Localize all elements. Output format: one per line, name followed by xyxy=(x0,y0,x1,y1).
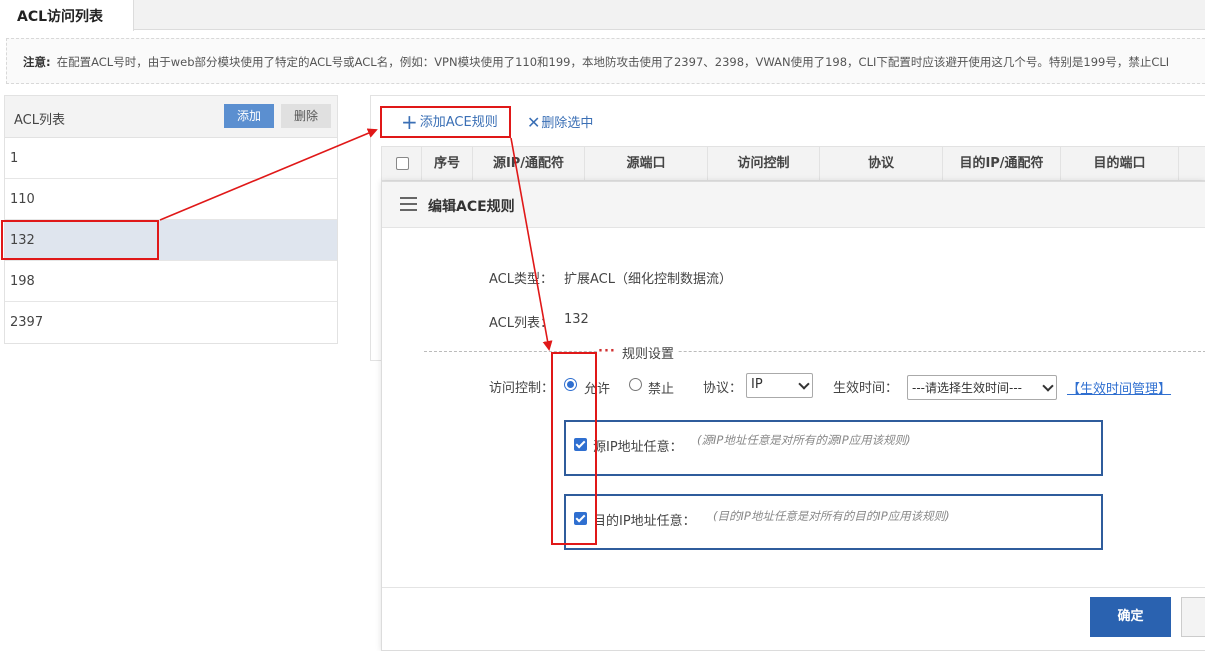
edit-ace-rule-dialog: 编辑ACE规则 ACL类型： 扩展ACL（细化控制数据流） ACL列表： 132… xyxy=(381,181,1205,651)
th-protocol: 协议 xyxy=(820,147,943,180)
src-ip-any-hint: (源IP地址任意是对所有的源IP应用该规则) xyxy=(697,433,911,447)
annotation-box-add-ace xyxy=(380,106,511,138)
section-divider xyxy=(424,351,1205,352)
acl-list-item[interactable]: 1 xyxy=(5,138,337,179)
acl-list-item[interactable]: 2397 xyxy=(5,302,337,343)
dialog-footer xyxy=(382,587,1205,588)
th-src-port: 源端口 xyxy=(585,147,708,180)
effective-time-select[interactable]: ---请选择生效时间--- xyxy=(907,375,1057,400)
confirm-button[interactable]: 确定 xyxy=(1090,597,1171,637)
chevron-down-icon xyxy=(798,378,810,390)
th-dst-ip: 目的IP/通配符 xyxy=(943,147,1061,180)
deny-radio[interactable] xyxy=(629,378,642,391)
dst-ip-any-box: 目的IP地址任意： (目的IP地址任意是对所有的目的IP应用该规则) xyxy=(564,494,1103,550)
acl-list-header: ACL列表 添加 删除 xyxy=(5,96,337,138)
delete-selected-button[interactable]: ✕删除选中 xyxy=(527,112,593,132)
th-dst-port: 目的端口 xyxy=(1061,147,1179,180)
notice-label: 注意: xyxy=(23,55,51,69)
select-all-checkbox[interactable] xyxy=(396,157,409,170)
annotation-box-acl-132 xyxy=(1,220,159,260)
th-src-ip: 源IP/通配符 xyxy=(473,147,585,180)
delete-selected-label: 删除选中 xyxy=(541,116,594,131)
acl-list-item[interactable]: 110 xyxy=(5,179,337,220)
notice-text: 在配置ACL号时，由于web部分模块使用了特定的ACL号或ACL名，例如：VPN… xyxy=(56,55,1170,69)
dst-ip-any-label: 目的IP地址任意： xyxy=(593,514,696,529)
acl-list-title: ACL列表 xyxy=(14,113,65,128)
th-index: 序号 xyxy=(422,147,473,180)
acl-list-label: ACL列表： xyxy=(489,316,553,331)
access-control-label: 访问控制： xyxy=(489,381,555,396)
menu-icon xyxy=(400,197,417,211)
effective-time-value: ---请选择生效时间--- xyxy=(912,381,1022,395)
add-acl-button[interactable]: 添加 xyxy=(224,104,274,128)
acl-type-value: 扩展ACL（细化控制数据流） xyxy=(564,272,732,287)
acl-list-value: 132 xyxy=(564,312,589,327)
ace-table-header: 序号 源IP/通配符 源端口 访问控制 协议 目的IP/通配符 目的端口 xyxy=(381,146,1205,181)
tab-acl-list[interactable]: ACL访问列表 xyxy=(0,0,134,31)
time-management-link[interactable]: 【生效时间管理】 xyxy=(1067,378,1171,397)
th-select-all xyxy=(382,147,422,180)
deny-label[interactable]: 禁止 xyxy=(648,378,674,397)
annotation-box-access-control xyxy=(551,352,597,545)
acl-type-label: ACL类型： xyxy=(489,272,553,287)
protocol-value: IP xyxy=(751,377,763,392)
protocol-label: 协议： xyxy=(703,381,743,396)
dst-ip-any-hint: (目的IP地址任意是对所有的目的IP应用该规则) xyxy=(713,509,950,523)
acl-list-item[interactable]: 198 xyxy=(5,261,337,302)
src-ip-any-box: 源IP地址任意： (源IP地址任意是对所有的源IP应用该规则) xyxy=(564,420,1103,476)
protocol-select[interactable]: IP xyxy=(746,373,813,398)
effective-time-label: 生效时间： xyxy=(833,381,899,396)
section-dots-icon: ··· xyxy=(598,344,619,359)
cancel-button[interactable] xyxy=(1181,597,1205,637)
close-icon: ✕ xyxy=(527,113,541,132)
dialog-header: 编辑ACE规则 xyxy=(382,182,1205,228)
notice-banner: 注意: 在配置ACL号时，由于web部分模块使用了特定的ACL号或ACL名，例如：… xyxy=(6,38,1205,84)
src-ip-any-label: 源IP地址任意： xyxy=(593,440,683,455)
chevron-down-icon xyxy=(1042,380,1054,392)
section-title: 规则设置 xyxy=(618,343,679,362)
delete-acl-button[interactable]: 删除 xyxy=(281,104,331,128)
th-access: 访问控制 xyxy=(708,147,820,180)
dialog-title: 编辑ACE规则 xyxy=(428,199,515,215)
tab-bar: ACL访问列表 xyxy=(0,0,1205,31)
